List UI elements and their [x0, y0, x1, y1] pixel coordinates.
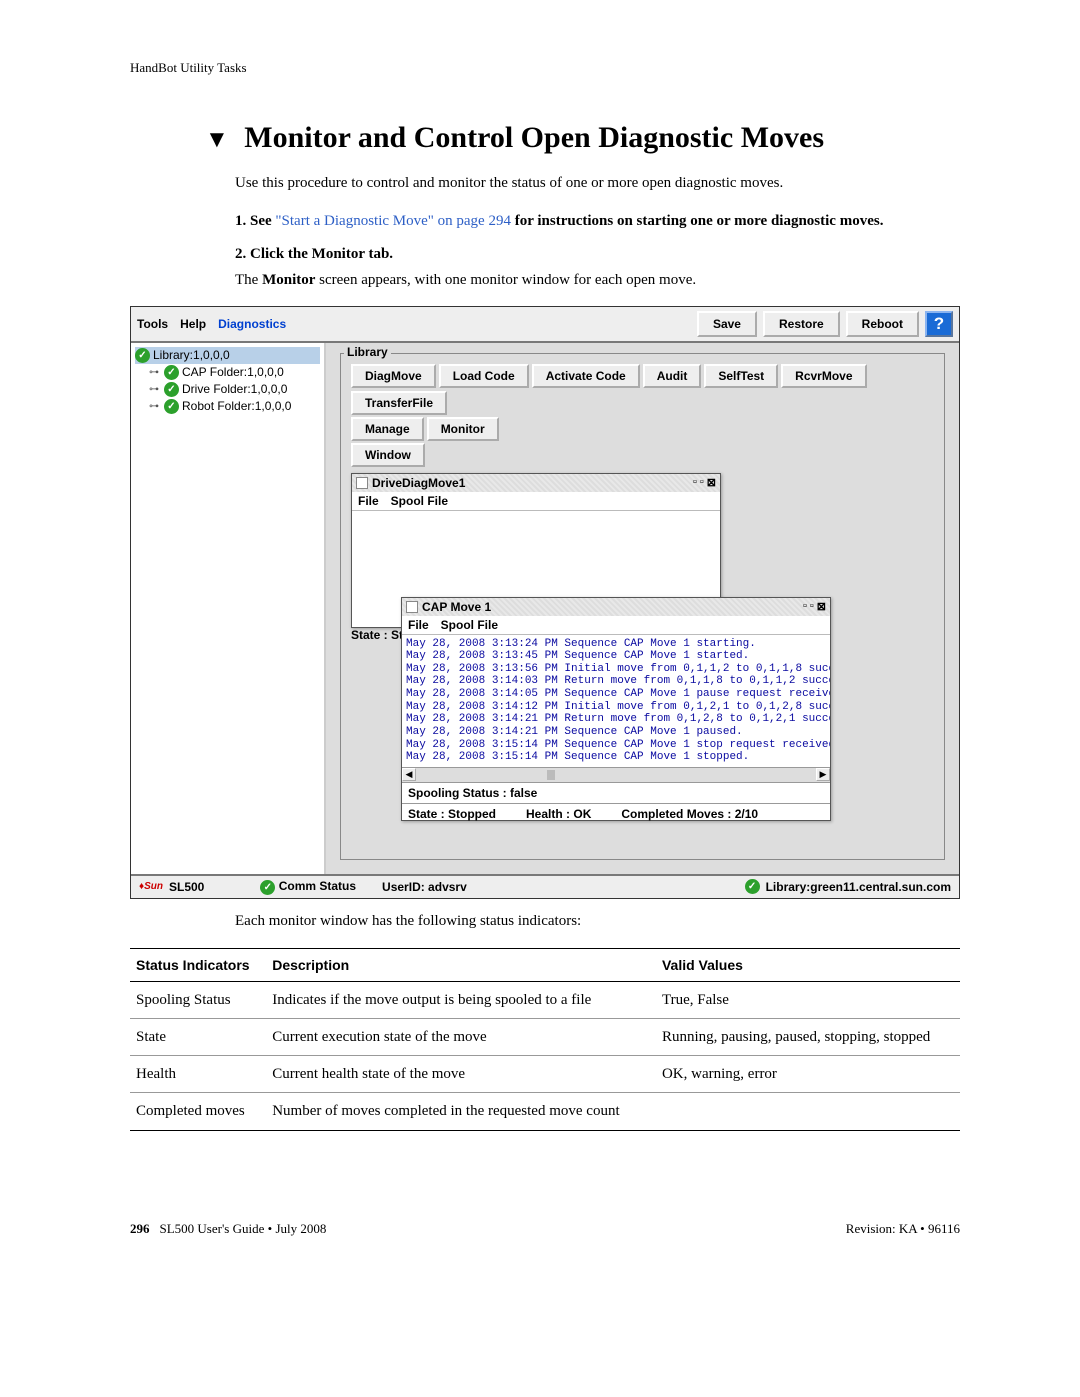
tab-activatecode[interactable]: Activate Code [532, 364, 640, 388]
col-status: Status Indicators [130, 948, 266, 981]
scroll-left-icon[interactable]: ◀ [402, 768, 416, 781]
minimize-icon[interactable]: ▫ [693, 476, 697, 489]
status-indicators-table: Status Indicators Description Valid Valu… [130, 948, 960, 1131]
h-scrollbar[interactable]: ◀ ▶ [402, 767, 830, 782]
tree-item[interactable]: ⊶✓Robot Folder:1,0,0,0 [149, 398, 320, 415]
save-button[interactable]: Save [697, 311, 757, 337]
step-1: 1. See "Start a Diagnostic Move" on page… [235, 210, 960, 233]
maximize-icon[interactable]: ▫ [810, 600, 814, 613]
tab-selftest[interactable]: SelfTest [704, 364, 778, 388]
win-menu-file[interactable]: File [408, 618, 429, 632]
restore-button[interactable]: Restore [763, 311, 840, 337]
menu-help[interactable]: Help [180, 317, 206, 331]
window-icon [356, 477, 368, 489]
win-status-row: State : Stopped Health : OK Completed Mo… [402, 803, 830, 824]
step-2: 2. Click the Monitor tab. The Monitor sc… [235, 243, 960, 292]
check-icon: ✓ [745, 879, 760, 894]
menubar: Tools Help Diagnostics Save Restore Rebo… [131, 307, 959, 341]
minimize-icon[interactable]: ▫ [803, 600, 807, 613]
tab-manage[interactable]: Manage [351, 417, 424, 441]
scroll-thumb[interactable] [547, 770, 555, 780]
maximize-icon[interactable]: ▫ [700, 476, 704, 489]
close-icon[interactable]: ⊠ [707, 476, 716, 489]
check-icon: ✓ [164, 399, 179, 414]
expand-icon[interactable]: ⊶ [149, 367, 159, 378]
win-menu-spoolfile[interactable]: Spool File [441, 618, 498, 632]
tree-item[interactable]: ⊶✓CAP Folder:1,0,0,0 [149, 364, 320, 381]
intro-text: Use this procedure to control and monito… [235, 173, 960, 194]
link-start-diag[interactable]: "Start a Diagnostic Move" on page 294 [275, 213, 511, 229]
tab-transferfile[interactable]: TransferFile [351, 391, 447, 415]
tab-rcvrmove[interactable]: RcvrMove [781, 364, 866, 388]
tab-audit[interactable]: Audit [643, 364, 702, 388]
menu-tools[interactable]: Tools [137, 317, 168, 331]
check-icon: ✓ [164, 365, 179, 380]
scroll-right-icon[interactable]: ▶ [816, 768, 830, 781]
page-footer: 296 SL500 User's Guide • July 2008 Revis… [130, 1221, 960, 1237]
table-row: Spooling StatusIndicates if the move out… [130, 981, 960, 1018]
table-row: StateCurrent execution state of the move… [130, 1018, 960, 1055]
check-icon: ✓ [260, 880, 275, 895]
expand-icon[interactable]: ⊶ [149, 384, 159, 395]
after-text: Each monitor window has the following st… [235, 913, 960, 930]
win-status-spool: Spooling Status : false [402, 782, 830, 803]
reboot-button[interactable]: Reboot [846, 311, 919, 337]
expand-icon[interactable]: ⊶ [149, 401, 159, 412]
check-icon: ✓ [135, 348, 150, 363]
group-label: Library [344, 345, 391, 359]
main-panel: Library DiagMove Load Code Activate Code… [326, 343, 959, 874]
help-icon[interactable]: ? [925, 311, 953, 337]
triangle-down-icon: ▼ [205, 127, 229, 153]
window-icon [406, 601, 418, 613]
tab-loadcode[interactable]: Load Code [439, 364, 529, 388]
window-capmove1: CAP Move 1 ▫ ▫ ⊠ File Spool File [401, 597, 831, 821]
tab-window[interactable]: Window [351, 443, 425, 467]
tree-root[interactable]: ✓ Library:1,0,0,0 [135, 347, 320, 364]
app-screenshot: Tools Help Diagnostics Save Restore Rebo… [130, 306, 960, 899]
tree-panel: ✓ Library:1,0,0,0 ⊶✓CAP Folder:1,0,0,0 ⊶… [131, 343, 326, 874]
win-menu-file[interactable]: File [358, 494, 379, 508]
tab-diagmove[interactable]: DiagMove [351, 364, 436, 388]
table-row: HealthCurrent health state of the moveOK… [130, 1056, 960, 1093]
tree-item[interactable]: ⊶✓Drive Folder:1,0,0,0 [149, 381, 320, 398]
table-row: Completed movesNumber of moves completed… [130, 1093, 960, 1130]
section-header: HandBot Utility Tasks [130, 60, 960, 76]
sun-logo-icon: ♦Sun [139, 881, 163, 892]
col-desc: Description [266, 948, 656, 981]
win-menu-spoolfile[interactable]: Spool File [391, 494, 448, 508]
app-footer: ♦Sun SL500 ✓ Comm Status UserID: advsrv … [131, 874, 959, 898]
menu-diagnostics[interactable]: Diagnostics [218, 317, 286, 331]
close-icon[interactable]: ⊠ [817, 600, 826, 613]
tab-monitor[interactable]: Monitor [427, 417, 499, 441]
col-values: Valid Values [656, 948, 960, 981]
log-output: May 28, 2008 3:13:24 PM Sequence CAP Mov… [402, 635, 830, 767]
page-title: ▼ Monitor and Control Open Diagnostic Mo… [205, 121, 960, 155]
check-icon: ✓ [164, 382, 179, 397]
